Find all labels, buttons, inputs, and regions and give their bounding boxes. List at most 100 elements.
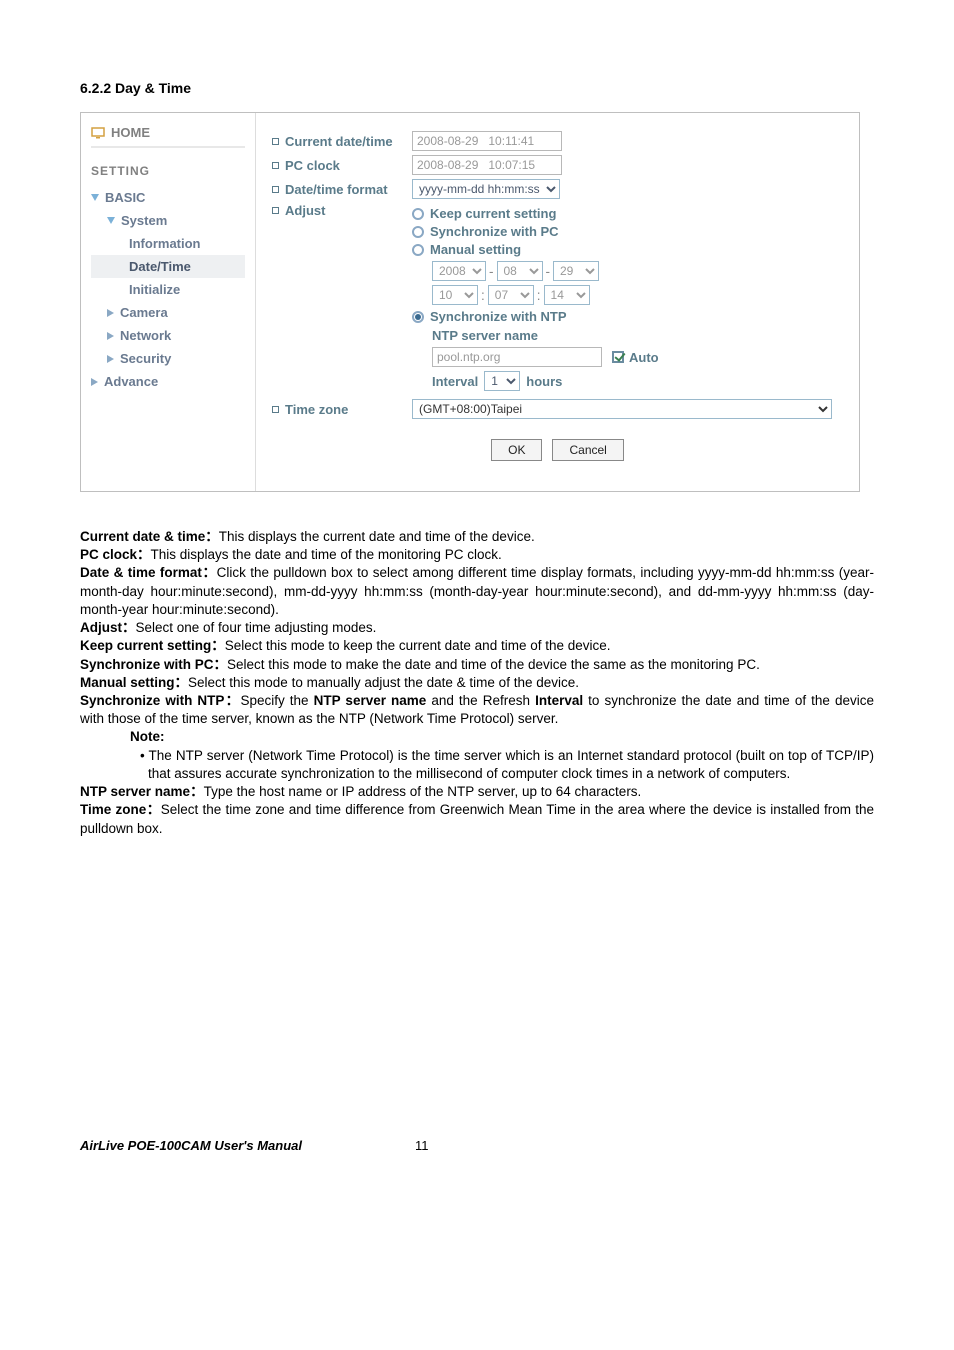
button-row: OK Cancel <box>272 439 843 461</box>
square-icon <box>272 138 279 145</box>
field-label: PC clock <box>285 158 340 173</box>
divider <box>91 146 245 148</box>
nav-label: BASIC <box>105 190 145 205</box>
term: Manual setting： <box>80 675 188 690</box>
radio-sync-ntp[interactable]: Synchronize with NTP <box>412 309 843 324</box>
term: NTP server name： <box>80 784 204 799</box>
nav-label: Initialize <box>129 282 180 297</box>
term: Date & time format： <box>80 565 217 580</box>
nav-label: Advance <box>104 374 158 389</box>
manual-time-inputs: 10 : 07 : 14 <box>432 285 843 305</box>
nav-label: Network <box>120 328 171 343</box>
month-select[interactable]: 08 <box>497 261 543 281</box>
term: Synchronize with NTP： <box>80 693 240 708</box>
radio-icon <box>412 208 424 220</box>
minute-select[interactable]: 07 <box>488 285 534 305</box>
timezone-select[interactable]: (GMT+08:00)Taipei <box>412 399 832 419</box>
hours-label: hours <box>526 374 562 389</box>
nav-information[interactable]: Information <box>91 232 245 255</box>
ok-button[interactable]: OK <box>491 439 542 461</box>
desc: Select this mode to manually adjust the … <box>188 675 579 690</box>
row-adjust: Adjust Keep current setting Synchronize … <box>272 201 843 397</box>
nav-label: Security <box>120 351 171 366</box>
nav-datetime[interactable]: Date/Time <box>91 255 245 278</box>
ntp-server-row: Auto <box>432 347 843 367</box>
nav-system[interactable]: System <box>91 209 245 232</box>
auto-label: Auto <box>629 350 659 365</box>
description-text: Current date & time：This displays the cu… <box>80 528 874 838</box>
term: Synchronize with PC： <box>80 657 227 672</box>
nav-label: Camera <box>120 305 168 320</box>
chevron-right-icon <box>91 378 98 386</box>
square-icon <box>272 406 279 413</box>
datetime-settings-screenshot: HOME SETTING BASIC System Information Da… <box>80 112 860 492</box>
note-label: Note: <box>130 728 874 746</box>
year-select[interactable]: 2008 <box>432 261 486 281</box>
page-number: 11 <box>415 1138 429 1153</box>
radio-checked-icon <box>412 311 424 323</box>
desc: Specify the <box>240 693 313 708</box>
ntp-server-heading: NTP server name <box>432 328 843 343</box>
date-format-select[interactable]: yyyy-mm-dd hh:mm:ss <box>412 179 560 199</box>
radio-manual[interactable]: Manual setting <box>412 242 843 257</box>
desc: This displays the current date and time … <box>219 529 535 544</box>
interval-select[interactable]: 1 <box>484 371 520 391</box>
pc-clock-value <box>412 155 562 175</box>
ntp-server-input[interactable] <box>432 347 602 367</box>
term: Current date & time： <box>80 529 219 544</box>
square-icon <box>272 162 279 169</box>
cancel-button[interactable]: Cancel <box>552 439 623 461</box>
setting-heading: SETTING <box>91 164 245 178</box>
form-panel: Current date/time PC clock Date/time for… <box>256 113 859 491</box>
radio-sync-pc[interactable]: Synchronize with PC <box>412 224 843 239</box>
desc: and the Refresh <box>426 693 535 708</box>
chevron-right-icon <box>107 309 114 317</box>
term: Adjust： <box>80 620 136 635</box>
note-bullet: • The NTP server (Network Time Protocol)… <box>140 747 874 783</box>
field-label: Date/time format <box>285 182 388 197</box>
home-label: HOME <box>111 125 150 140</box>
nav-security[interactable]: Security <box>91 347 245 370</box>
radio-label: Synchronize with PC <box>430 224 559 239</box>
chevron-down-icon <box>91 194 99 201</box>
desc: Select this mode to keep the current dat… <box>225 638 611 653</box>
nav-label: Date/Time <box>129 259 191 274</box>
nav-camera[interactable]: Camera <box>91 301 245 324</box>
desc: Select this mode to make the date and ti… <box>227 657 760 672</box>
row-pc-clock: PC clock <box>272 153 843 177</box>
page-footer: AirLive POE-100CAM User's Manual 11 <box>80 1138 874 1153</box>
second-select[interactable]: 14 <box>544 285 590 305</box>
interval-label: Interval <box>432 374 478 389</box>
radio-label: Synchronize with NTP <box>430 309 567 324</box>
square-icon <box>272 207 279 214</box>
term: Interval <box>535 693 583 708</box>
nav-label: System <box>121 213 167 228</box>
field-label: Adjust <box>285 203 325 218</box>
nav-basic[interactable]: BASIC <box>91 186 245 209</box>
row-date-format: Date/time format yyyy-mm-dd hh:mm:ss <box>272 177 843 201</box>
day-select[interactable]: 29 <box>553 261 599 281</box>
manual-title: AirLive POE-100CAM User's Manual <box>80 1138 415 1153</box>
nav-network[interactable]: Network <box>91 324 245 347</box>
square-icon <box>272 186 279 193</box>
row-timezone: Time zone (GMT+08:00)Taipei <box>272 397 843 421</box>
section-heading: 6.2.2 Day & Time <box>80 80 874 96</box>
nav-advance[interactable]: Advance <box>91 370 245 393</box>
term: PC clock： <box>80 547 151 562</box>
radio-label: Manual setting <box>430 242 521 257</box>
hour-select[interactable]: 10 <box>432 285 478 305</box>
home-link[interactable]: HOME <box>91 125 245 140</box>
nav-initialize[interactable]: Initialize <box>91 278 245 301</box>
desc: Select the time zone and time difference… <box>80 802 874 835</box>
chevron-right-icon <box>107 332 114 340</box>
radio-keep-current[interactable]: Keep current setting <box>412 206 843 221</box>
auto-checkbox[interactable] <box>612 351 624 363</box>
desc: This displays the date and time of the m… <box>151 547 502 562</box>
desc: Type the host name or IP address of the … <box>204 784 642 799</box>
radio-icon <box>412 226 424 238</box>
row-current-datetime: Current date/time <box>272 129 843 153</box>
current-datetime-value <box>412 131 562 151</box>
term: Keep current setting： <box>80 638 225 653</box>
field-label: Current date/time <box>285 134 393 149</box>
term: NTP server name <box>314 693 427 708</box>
